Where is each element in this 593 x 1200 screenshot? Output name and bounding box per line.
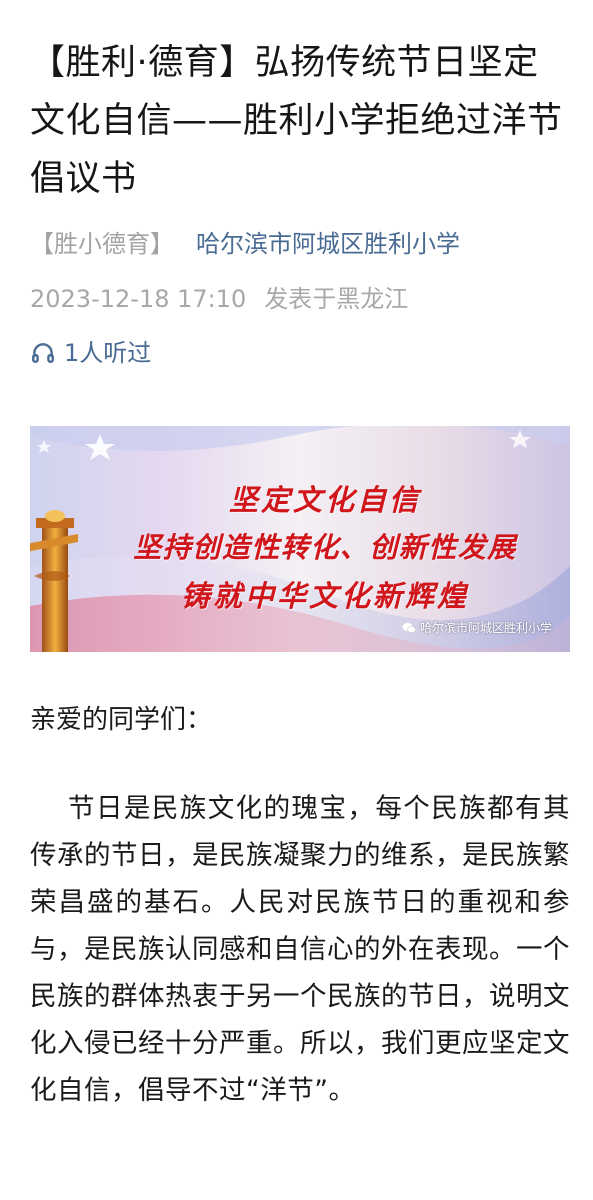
article-banner-image[interactable]: 坚定文化自信 坚持创造性转化、创新性发展 铸就中华文化新辉煌 哈尔滨市阿城区胜利…: [30, 426, 570, 652]
banner-line-2: 坚持创造性转化、创新性发展: [133, 531, 517, 564]
banner-slogan: 坚定文化自信 坚持创造性转化、创新性发展 铸就中华文化新辉煌: [90, 476, 560, 620]
watermark-text: 哈尔滨市阿城区胜利小学: [419, 621, 552, 635]
publish-location: 发表于黑龙江: [264, 285, 409, 313]
article-source: 【胜小德育】 哈尔滨市阿城区胜利小学: [30, 228, 460, 260]
publish-datetime: 2023-12-18 17:10: [30, 285, 247, 313]
banner-line-1: 坚定文化自信: [228, 483, 421, 517]
article-title: 【胜利·德育】弘扬传统节日坚定文化自信——胜利小学拒绝过洋节倡议书: [30, 43, 563, 199]
article: 【胜利·德育】弘扬传统节日坚定文化自信——胜利小学拒绝过洋节倡议书 【胜小德育】…: [0, 0, 593, 1200]
article-tag: 【胜小德育】: [30, 230, 174, 258]
banner-line-3: 铸就中华文化新辉煌: [180, 579, 469, 613]
headphones-icon: [32, 343, 54, 363]
wechat-icon: [402, 622, 416, 633]
banner-watermark: 哈尔滨市阿城区胜利小学: [402, 619, 552, 636]
account-name-link[interactable]: 哈尔滨市阿城区胜利小学: [196, 230, 460, 258]
listen-count-button[interactable]: 1人听过: [30, 337, 151, 369]
listen-count-label: 1人听过: [64, 339, 152, 367]
body-paragraph-1: 节日是民族文化的瑰宝，每个民族都有其传承的节日，是民族凝聚力的维系，是民族繁荣昌…: [30, 793, 570, 1106]
greeting-text: 亲爱的同学们：: [30, 705, 213, 735]
article-publish-info: 2023-12-18 17:10 发表于黑龙江: [30, 283, 408, 315]
